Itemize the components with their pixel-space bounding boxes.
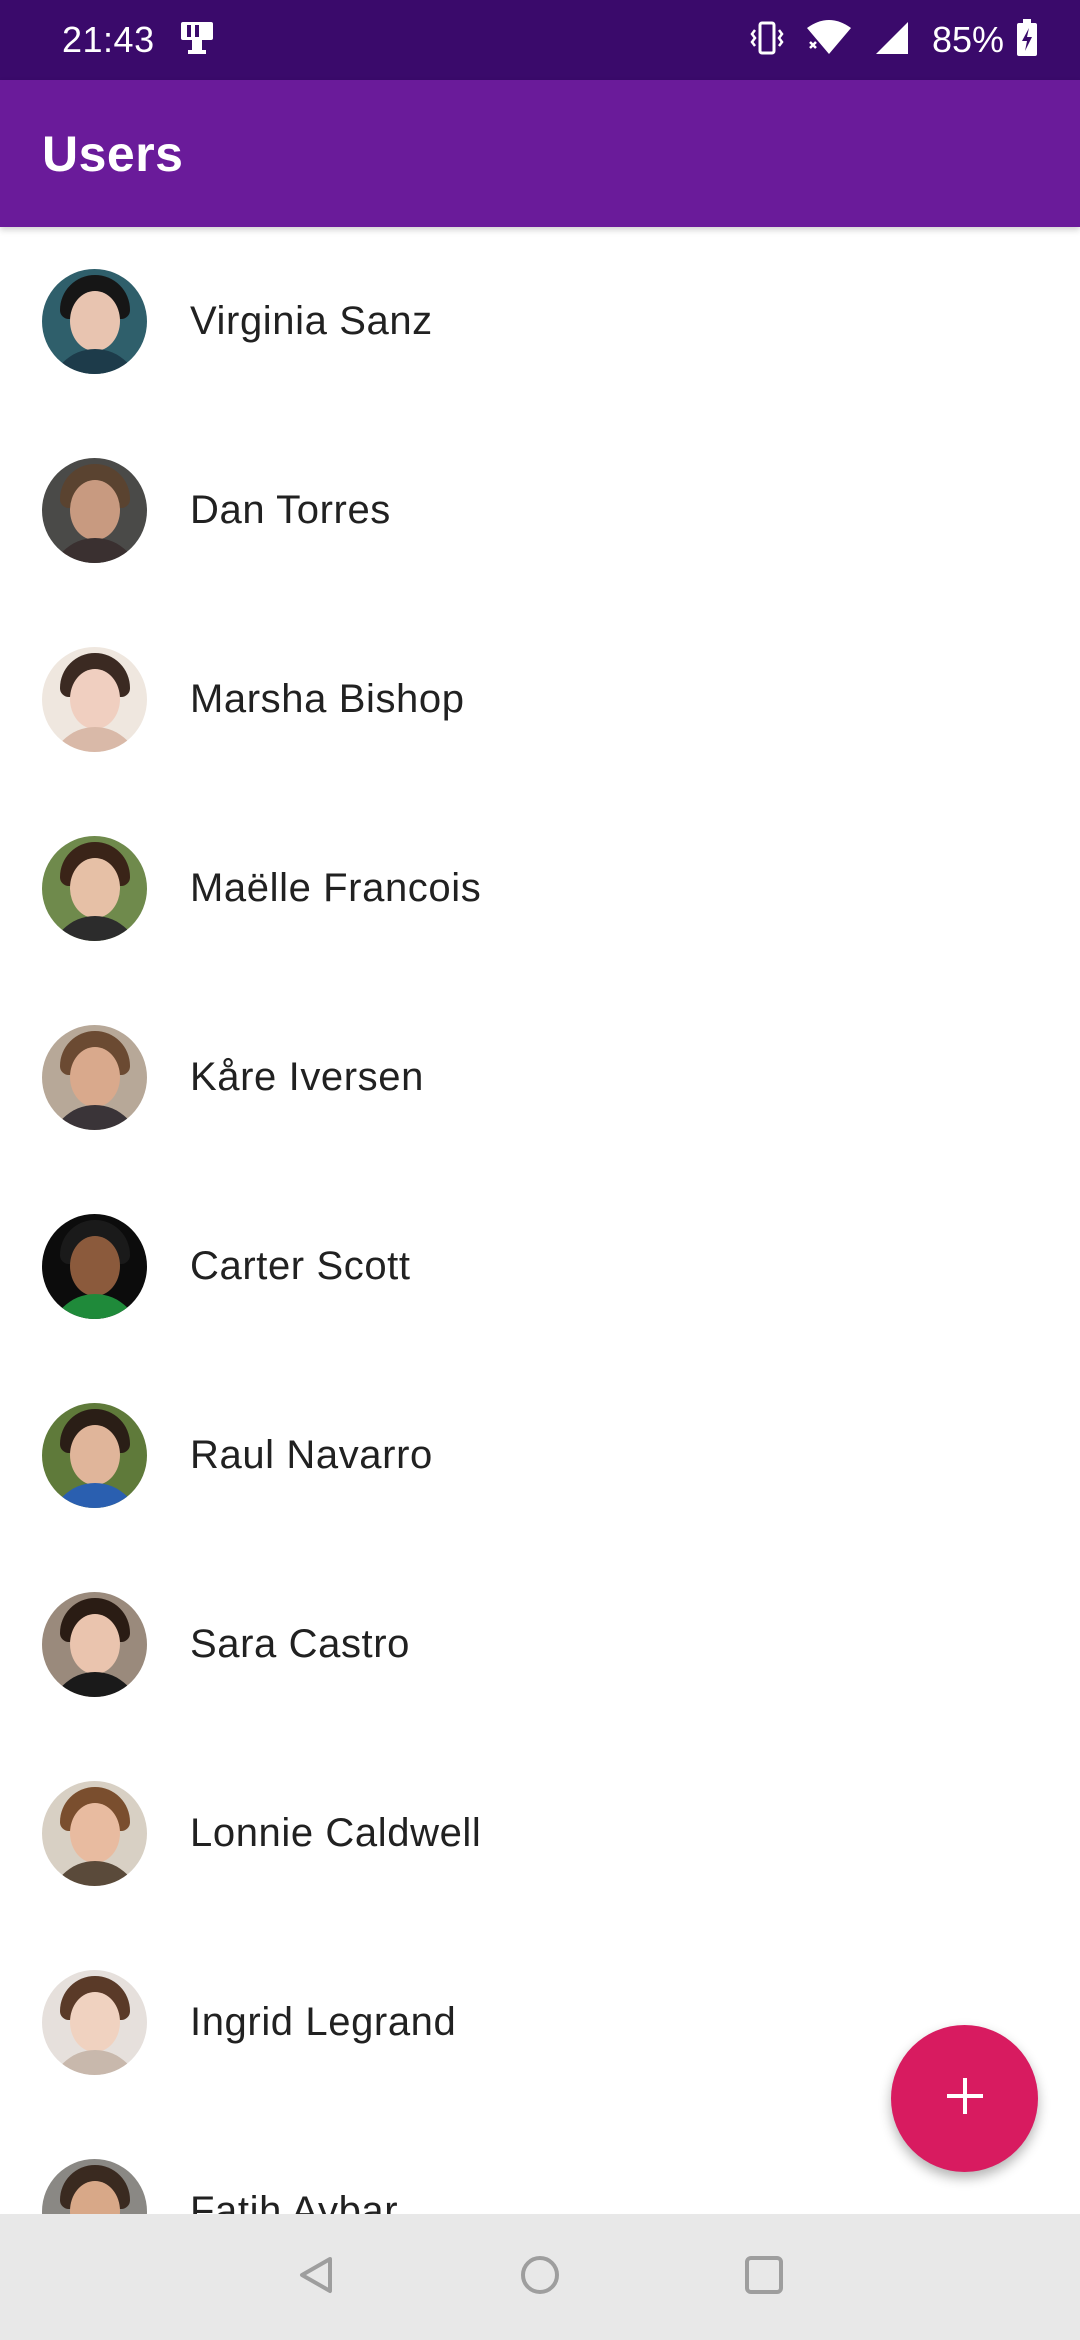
status-left: 21:43: [62, 19, 217, 61]
status-right: 85%: [728, 18, 1038, 62]
user-list[interactable]: Virginia Sanz Dan Torres Marsha Bishop M…: [0, 227, 1080, 2214]
user-list-item[interactable]: Maëlle Francois: [0, 794, 1080, 983]
navigation-bar: [0, 2214, 1080, 2340]
home-icon: [518, 2253, 562, 2302]
user-list-item[interactable]: Sara Castro: [0, 1550, 1080, 1739]
add-icon: [943, 2074, 987, 2123]
user-name: Maëlle Francois: [190, 866, 482, 910]
avatar: [42, 1025, 147, 1130]
avatar: [42, 836, 147, 941]
avatar: [42, 269, 147, 374]
app-bar: Users: [0, 80, 1080, 227]
avatar: [42, 1592, 147, 1697]
user-list-item[interactable]: Kåre Iversen: [0, 983, 1080, 1172]
battery-charging-icon: [1016, 18, 1038, 62]
avatar: [42, 2159, 147, 2214]
avatar: [42, 1214, 147, 1319]
battery-percent: 85%: [931, 19, 1004, 60]
user-list-item[interactable]: Carter Scott: [0, 1172, 1080, 1361]
user-list-item[interactable]: Marsha Bishop: [0, 605, 1080, 794]
screen-cast-icon: [177, 20, 217, 61]
user-name: Marsha Bishop: [190, 677, 465, 721]
user-name: Ingrid Legrand: [190, 2000, 457, 2044]
page-title: Users: [42, 125, 184, 182]
recents-icon: [742, 2253, 786, 2302]
avatar: [42, 1403, 147, 1508]
vibrate-icon: [750, 20, 784, 61]
user-name: Carter Scott: [190, 1244, 411, 1288]
user-name: Lonnie Caldwell: [190, 1811, 482, 1855]
user-name: Raul Navarro: [190, 1433, 433, 1477]
back-button[interactable]: [276, 2237, 356, 2317]
home-button[interactable]: [500, 2237, 580, 2317]
user-list-item[interactable]: Dan Torres: [0, 416, 1080, 605]
user-list-item[interactable]: Lonnie Caldwell: [0, 1739, 1080, 1928]
avatar: [42, 1781, 147, 1886]
user-list-item[interactable]: Virginia Sanz: [0, 227, 1080, 416]
wifi-icon: [806, 19, 852, 61]
user-list-item[interactable]: Raul Navarro: [0, 1361, 1080, 1550]
status-time: 21:43: [62, 19, 155, 60]
back-icon: [294, 2253, 338, 2302]
avatar: [42, 458, 147, 563]
status-bar: 21:43 85%: [0, 0, 1080, 80]
signal-icon: [874, 20, 910, 61]
user-name: Dan Torres: [190, 488, 391, 532]
recents-button[interactable]: [724, 2237, 804, 2317]
user-name: Virginia Sanz: [190, 299, 433, 343]
avatar: [42, 647, 147, 752]
user-name: Fatih Aybar: [190, 2189, 399, 2214]
user-name: Kåre Iversen: [190, 1055, 424, 1099]
add-user-button[interactable]: [891, 2025, 1038, 2172]
user-name: Sara Castro: [190, 1622, 411, 1666]
avatar: [42, 1970, 147, 2075]
screen: 21:43 85% Users Virginia Sanz Dan Torres…: [0, 0, 1080, 2340]
